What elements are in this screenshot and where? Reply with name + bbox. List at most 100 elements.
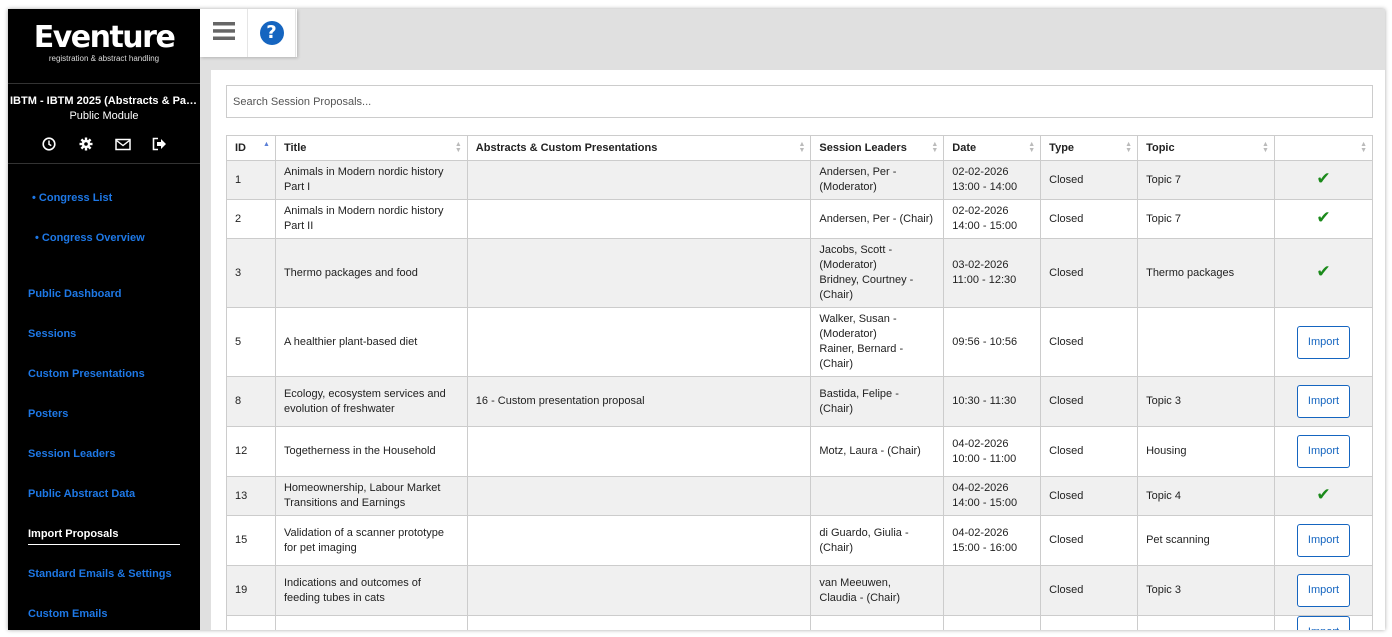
gear-icon[interactable] (78, 136, 94, 152)
checkmark-icon: ✔ (1316, 207, 1331, 228)
cell-title (274, 615, 468, 630)
import-button[interactable]: Import (1296, 435, 1350, 468)
cell-session-leaders: Andersen, Per - (Chair) (810, 199, 945, 239)
cell-topic: Topic 4 (1137, 476, 1275, 516)
column-header-session-leaders[interactable]: Session Leaders ▲ ▼ (810, 135, 945, 161)
cell-id: 1 (226, 160, 276, 200)
sort-asc-icon: ▲ (263, 141, 270, 148)
logout-icon[interactable] (152, 136, 168, 152)
cell-action: Import (1273, 307, 1374, 377)
nav-public-dashboard[interactable]: Public Dashboard (8, 274, 200, 314)
cell-session-leaders: Bastida, Felipe - (Chair) (810, 376, 945, 427)
cell-type: Closed (1040, 376, 1139, 427)
cell-action: ✔ (1273, 238, 1374, 308)
cell-session-leaders: Jacobs, Scott - (Moderator) Bridney, Court… (810, 238, 945, 308)
cell-id: 2 (226, 199, 276, 239)
cell-abstracts (466, 476, 812, 516)
sort-icon: ▲ ▼ (1125, 141, 1133, 154)
nav-standard-emails-settings[interactable]: Standard Emails & Settings (8, 554, 200, 594)
envelope-icon[interactable] (114, 136, 131, 152)
cell-type: Closed (1040, 426, 1139, 477)
column-header-type[interactable]: Type ▲ ▼ (1040, 135, 1139, 161)
cell-session-leaders: Andersen, Per - (Moderator) (810, 160, 945, 200)
column-header-abstracts[interactable]: Abstracts & Custom Presentations ▲ ▼ (466, 135, 812, 161)
logo: Eventure registration & abstract handlin… (8, 9, 200, 84)
nav-custom-presentations[interactable]: Custom Presentations (8, 354, 200, 394)
cell-topic: Topic 3 (1137, 565, 1275, 616)
cell-topic: Topic 7 (1137, 199, 1275, 239)
cell-type: Closed (1040, 476, 1139, 516)
column-header-topic[interactable]: Topic ▲ ▼ (1137, 135, 1275, 161)
nav-custom-emails[interactable]: Custom Emails (8, 594, 200, 630)
column-header-date[interactable]: Date ▲ ▼ (943, 135, 1042, 161)
nav-public-abstract-data[interactable]: Public Abstract Data (8, 474, 200, 514)
table-row: 19 Indications and outcomes of feeding tu… (226, 565, 1374, 616)
import-button[interactable]: Import (1296, 524, 1350, 557)
checkmark-icon: ✔ (1316, 261, 1331, 282)
help-button[interactable]: ? (248, 9, 296, 57)
column-header-label: Abstracts & Custom Presentations (475, 142, 658, 154)
column-header-label: Topic (1146, 142, 1175, 154)
cell-date-line: 10:30 - 11:30 (952, 395, 1017, 407)
cell-date: 10:30 - 11:30 (943, 376, 1042, 427)
cell-session-leaders-line: Andersen, Per - (819, 166, 897, 178)
cell-session-leaders: di Guardo, Giulia - (Chair) (810, 515, 945, 566)
cell-session-leaders: Motz, Laura - (Chair) (810, 426, 945, 477)
cell-title: Togetherness in the Household (274, 426, 468, 477)
cell-session-leaders-line: (Chair) (819, 289, 853, 301)
menu-toggle-button[interactable] (200, 9, 248, 57)
cell-action: ✔ (1273, 476, 1374, 516)
column-header-label: Date (952, 142, 977, 154)
import-button[interactable]: Import (1296, 574, 1350, 607)
import-button[interactable]: Import (1296, 385, 1350, 418)
column-header-title[interactable]: Title ▲ ▼ (274, 135, 468, 161)
module-name: Public Module (69, 110, 139, 122)
nav-posters[interactable]: Posters (8, 394, 200, 434)
cell-abstracts: 16 - Custom presentation proposal (466, 376, 812, 427)
import-button[interactable]: Import (1296, 616, 1350, 630)
cell-date-line: 09:56 - 10:56 (952, 335, 1018, 348)
cell-title: A healthier plant-based diet (274, 307, 468, 377)
nav-sessions[interactable]: Sessions (8, 314, 200, 354)
column-header-action[interactable]: ▲ ▼ (1273, 135, 1374, 161)
cell-date-line: 15:00 - 16:00 (952, 541, 1018, 554)
cell-session-leaders-line: Rainer, Bernard - (819, 343, 904, 355)
column-header-label: Title (283, 142, 307, 154)
nav-session-leaders[interactable]: Session Leaders (8, 434, 200, 474)
column-header-id[interactable]: ID ▲ (226, 135, 276, 161)
logo-subtitle: registration & abstract handling (48, 54, 160, 63)
cell-session-leaders-line: Andersen, Per - (Chair) (819, 212, 934, 225)
sort-icon: ▲ ▼ (798, 141, 806, 154)
cell-id: 19 (226, 565, 276, 616)
cell-abstracts (466, 160, 812, 200)
cell-session-leaders-line: van Meeuwen, (819, 576, 891, 589)
cell-session-leaders-line: (Moderator) (819, 259, 877, 271)
cell-topic: Thermo packages (1137, 238, 1275, 308)
nav-congress-overview[interactable]: • Congress Overview (8, 218, 200, 258)
cell-abstracts (466, 515, 812, 566)
nav-import-proposals[interactable]: Import Proposals (8, 514, 200, 554)
cell-date: 04-02-2026 14:00 - 15:00 (943, 476, 1042, 516)
cell-session-leaders-line: (Chair) (819, 541, 853, 554)
cell-abstracts (466, 307, 812, 377)
cell-date-line: 04-02-2026 (952, 437, 1009, 450)
cell-date-line: 14:00 - 15:00 (952, 220, 1018, 232)
cell-action: Import (1273, 615, 1374, 630)
cell-date: 09:56 - 10:56 (943, 307, 1042, 377)
cell-title: Animals in Modern nordic history Part II (274, 199, 468, 239)
cell-session-leaders-line: Motz, Laura - (Chair) (819, 445, 921, 457)
cell-session-leaders-line: Walker, Susan - (819, 313, 897, 325)
column-header-label: Session Leaders (819, 142, 907, 154)
cell-topic: Pet scanning (1137, 515, 1275, 566)
search-input[interactable] (226, 85, 1373, 118)
cell-date (943, 615, 1042, 630)
import-button[interactable]: Import (1296, 325, 1350, 359)
nav-import-proposals-label: Import Proposals (28, 524, 180, 545)
clock-icon[interactable] (41, 136, 57, 152)
cell-session-leaders-line: (Chair) (819, 402, 853, 415)
sort-icon: ▲ ▼ (454, 141, 462, 154)
sort-icon: ▲ ▼ (1360, 141, 1367, 154)
nav-congress-list[interactable]: • Congress List (8, 178, 200, 218)
proposals-table: ID ▲ Title ▲ ▼ Abstracts & Custom Presentat… (226, 135, 1374, 630)
cell-type: Closed (1040, 565, 1139, 616)
